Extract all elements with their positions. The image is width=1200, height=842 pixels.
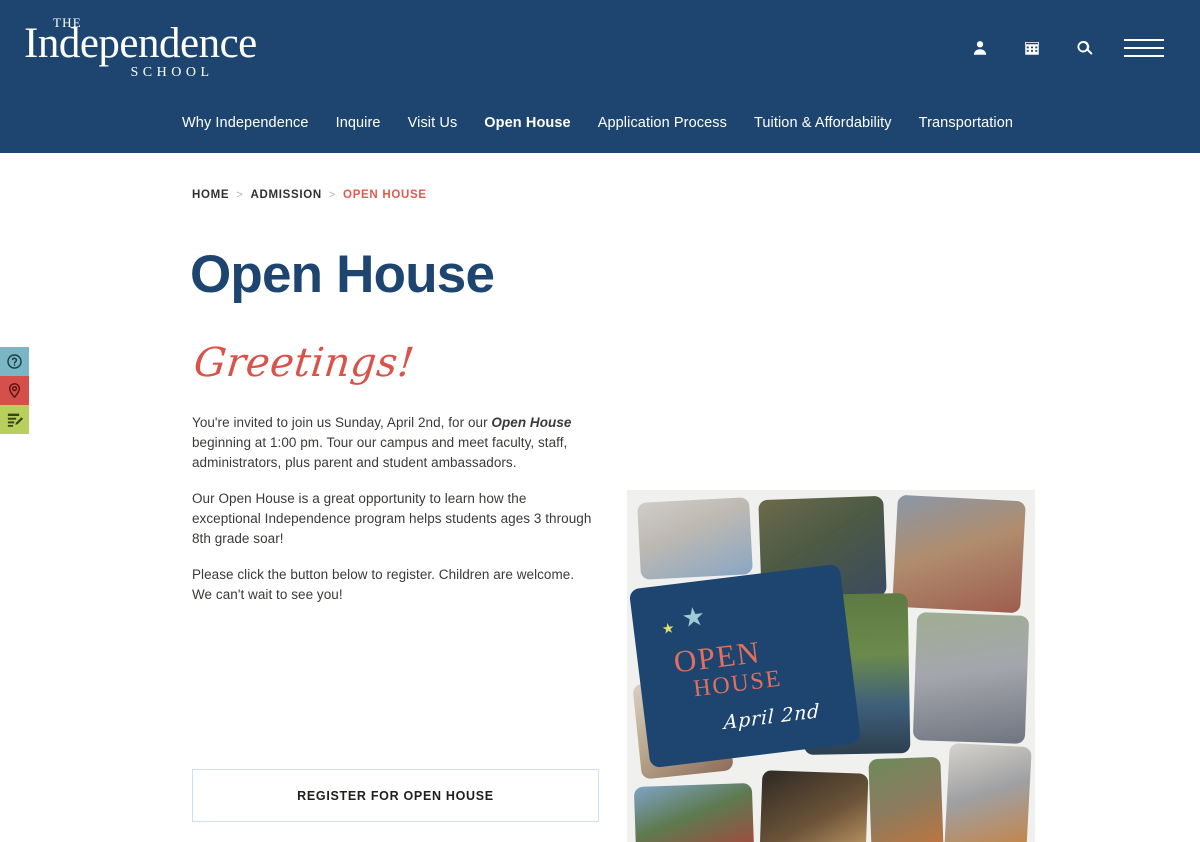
form-edit-icon [6, 411, 24, 429]
paragraph-invitation: You're invited to join us Sunday, April … [192, 413, 598, 473]
primary-navigation: Why Independence Inquire Visit Us Open H… [0, 112, 1200, 135]
collage-photo [759, 770, 869, 842]
nav-item-transportation[interactable]: Transportation [919, 112, 1013, 135]
breadcrumb-item-admission[interactable]: ADMISSION [250, 189, 321, 201]
breadcrumb-separator: > [328, 189, 337, 201]
collage-photo [912, 612, 1030, 744]
user-account-icon[interactable] [968, 36, 992, 60]
paragraph-opportunity: Our Open House is a great opportunity to… [192, 491, 592, 546]
collage-photo [892, 494, 1026, 614]
paragraph-invitation-emphasis: Open House [491, 415, 572, 430]
inquiry-form-tab[interactable] [0, 405, 29, 434]
calendar-icon[interactable] [1020, 36, 1044, 60]
hamburger-menu-icon[interactable] [1124, 36, 1164, 60]
open-house-feature-panel: ★ ★ OPEN HOUSE April 2nd [628, 563, 862, 769]
map-pin-icon [6, 382, 23, 399]
paragraph-register-note: Please click the button below to registe… [192, 567, 575, 602]
breadcrumb-separator: > [236, 189, 244, 201]
location-tab[interactable] [0, 376, 29, 405]
nav-item-application-process[interactable]: Application Process [598, 112, 727, 135]
site-header: THE Independence SCHOOL Why Independence… [0, 0, 1200, 153]
star-icon: ★ [660, 619, 676, 637]
question-mark-icon [6, 353, 23, 370]
paragraph-invitation-part1: You're invited to join us Sunday, April … [192, 415, 492, 430]
greetings-heading: Greetings! [191, 340, 417, 386]
site-logo[interactable]: THE Independence SCHOOL [24, 14, 257, 80]
panel-date: April 2nd [723, 700, 821, 735]
breadcrumb: HOME > ADMISSION > OPEN HOUSE [192, 189, 427, 201]
collage-photo [868, 756, 944, 842]
breadcrumb-item-open-house: OPEN HOUSE [343, 189, 427, 201]
nav-item-why-independence[interactable]: Why Independence [182, 112, 309, 135]
header-icon-group [968, 36, 1164, 60]
nav-item-tuition-affordability[interactable]: Tuition & Affordability [754, 112, 892, 135]
page-title: Open House [190, 245, 495, 304]
open-house-collage-image: ★ ★ OPEN HOUSE April 2nd [627, 490, 1035, 842]
collage-photo [944, 742, 1032, 842]
collage-photo [633, 782, 755, 842]
nav-item-visit-us[interactable]: Visit Us [408, 112, 458, 135]
nav-item-inquire[interactable]: Inquire [336, 112, 381, 135]
logo-school-text: SCHOOL [130, 65, 214, 80]
star-icon: ★ [679, 600, 707, 634]
nav-item-open-house[interactable]: Open House [484, 112, 570, 135]
collage-photo [637, 497, 753, 580]
article-body: Greetings! You're invited to join us Sun… [192, 340, 598, 621]
breadcrumb-item-home[interactable]: HOME [192, 189, 229, 201]
register-for-open-house-button[interactable]: REGISTER FOR OPEN HOUSE [192, 769, 599, 822]
help-tab[interactable] [0, 347, 29, 376]
side-tab-group [0, 347, 29, 434]
collage-photo-grid: ★ ★ OPEN HOUSE April 2nd [627, 490, 1035, 842]
logo-main-text: Independence [24, 20, 257, 67]
main-content: HOME > ADMISSION > OPEN HOUSE Open House… [0, 153, 1200, 842]
paragraph-invitation-part2: beginning at 1:00 pm. Tour our campus an… [192, 435, 568, 470]
search-icon[interactable] [1072, 36, 1096, 60]
